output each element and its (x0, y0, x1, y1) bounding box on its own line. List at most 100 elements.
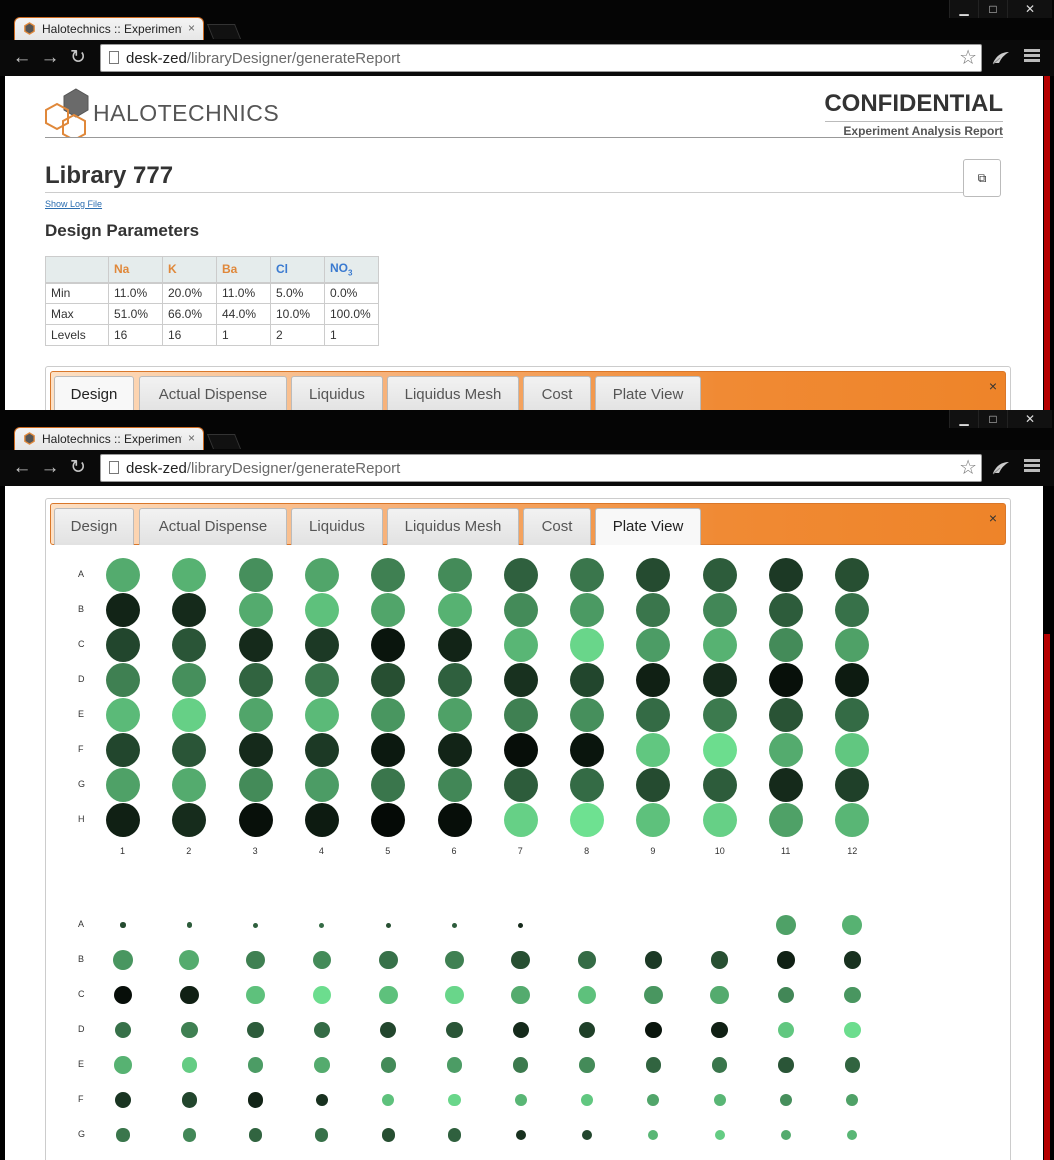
plate-well[interactable] (304, 628, 339, 662)
tab-liquidus-mesh[interactable]: Liquidus Mesh (387, 508, 519, 545)
plate-well[interactable] (437, 698, 472, 732)
plate-well[interactable] (570, 733, 605, 767)
plate-well[interactable] (702, 803, 737, 837)
minimize-icon[interactable]: ▁ (949, 410, 978, 428)
plate-well[interactable] (769, 593, 803, 627)
plate-well[interactable] (437, 768, 472, 802)
plate-well[interactable] (378, 985, 398, 1005)
plate-well[interactable] (247, 1057, 264, 1073)
plate-well[interactable] (769, 768, 803, 802)
plate-well[interactable] (570, 663, 605, 697)
plate-well[interactable] (714, 1130, 725, 1140)
plate-well[interactable] (238, 593, 273, 627)
plate-well[interactable] (371, 558, 406, 592)
plate-well[interactable] (778, 1057, 794, 1073)
plate-well[interactable] (503, 628, 538, 662)
plate-well[interactable] (249, 1128, 263, 1142)
plate-well[interactable] (315, 1093, 328, 1107)
plate-well[interactable] (371, 663, 406, 697)
plate-well[interactable] (371, 768, 406, 802)
plate-well[interactable] (371, 628, 406, 662)
plate-well[interactable] (106, 558, 140, 592)
plate-well[interactable] (181, 1057, 197, 1073)
tab-close-icon[interactable]: × (188, 431, 195, 445)
plate-well[interactable] (503, 558, 538, 592)
tab-plate-view[interactable]: Plate View (595, 376, 701, 410)
plate-well[interactable] (304, 558, 339, 592)
plate-well[interactable] (238, 628, 273, 662)
plate-well[interactable] (570, 558, 605, 592)
plate-well[interactable] (702, 768, 737, 802)
plate-well[interactable] (304, 803, 339, 837)
plate-well[interactable] (238, 698, 273, 732)
plate-well[interactable] (769, 628, 803, 662)
plate-well[interactable] (106, 698, 140, 732)
maximize-icon[interactable]: □ (978, 410, 1007, 428)
plate-well[interactable] (844, 986, 861, 1004)
bookmark-star-icon[interactable]: ☆ (959, 456, 977, 480)
plate-well[interactable] (314, 1057, 330, 1073)
plate-well[interactable] (769, 698, 803, 732)
plate-well[interactable] (702, 733, 737, 767)
menu-icon[interactable] (1024, 49, 1040, 65)
plate-well[interactable] (437, 558, 472, 592)
plate-well[interactable] (437, 663, 472, 697)
plate-well[interactable] (238, 663, 273, 697)
plate-well[interactable] (238, 803, 273, 837)
plate-well[interactable] (315, 1128, 329, 1142)
new-tab-button[interactable] (206, 24, 242, 39)
plate-well[interactable] (371, 593, 406, 627)
plate-well[interactable] (238, 768, 273, 802)
panel-close-icon[interactable]: × (989, 378, 997, 394)
plate-well[interactable] (247, 1021, 264, 1039)
tab-plate-view[interactable]: Plate View (595, 508, 701, 545)
tab-design[interactable]: Design (54, 508, 134, 545)
plate-well[interactable] (437, 803, 472, 837)
back-arrow-icon[interactable]: ← (10, 46, 34, 70)
plate-well[interactable] (702, 558, 737, 592)
plate-well[interactable] (106, 628, 140, 662)
close-window-icon[interactable]: ✕ (1007, 410, 1052, 428)
plate-well[interactable] (702, 663, 737, 697)
plate-well[interactable] (247, 1092, 264, 1108)
plate-well[interactable] (781, 1130, 791, 1140)
plate-well[interactable] (503, 803, 538, 837)
minimize-icon[interactable]: ▁ (949, 0, 978, 18)
scrollbar-thumb[interactable] (1044, 76, 1050, 410)
plate-well[interactable] (503, 733, 538, 767)
plate-well[interactable] (246, 985, 265, 1005)
plate-well[interactable] (503, 593, 538, 627)
plate-well[interactable] (246, 950, 265, 970)
plate-well[interactable] (371, 698, 406, 732)
plate-well[interactable] (769, 558, 803, 592)
plate-well[interactable] (713, 1093, 726, 1107)
plate-well[interactable] (769, 663, 803, 697)
url-text[interactable]: desk-zed/libraryDesigner/generateReport (126, 50, 400, 67)
plate-well[interactable] (446, 1057, 463, 1073)
plate-well[interactable] (106, 663, 140, 697)
plate-well[interactable] (380, 1057, 396, 1073)
plate-well[interactable] (381, 1128, 395, 1142)
plate-well[interactable] (518, 922, 524, 928)
plate-well[interactable] (644, 985, 663, 1005)
tab-liquidus[interactable]: Liquidus (291, 376, 383, 410)
plate-well[interactable] (582, 1130, 593, 1140)
plate-well[interactable] (702, 593, 737, 627)
scrollbar-thumb[interactable] (1044, 634, 1050, 1160)
plate-well[interactable] (304, 768, 339, 802)
plate-well[interactable] (777, 951, 795, 969)
address-bar[interactable]: desk-zed/libraryDesigner/generateReport … (100, 44, 982, 72)
plate-well[interactable] (181, 1092, 197, 1108)
plate-well[interactable] (645, 1021, 662, 1039)
plate-well[interactable] (570, 593, 605, 627)
tab-liquidus-mesh[interactable]: Liquidus Mesh (387, 376, 519, 410)
forward-arrow-icon[interactable]: → (38, 456, 62, 480)
plate-well[interactable] (304, 663, 339, 697)
plate-well[interactable] (842, 915, 863, 935)
plate-well[interactable] (114, 1056, 132, 1074)
plate-well[interactable] (181, 1021, 198, 1039)
plate-well[interactable] (702, 628, 737, 662)
plate-well[interactable] (769, 803, 803, 837)
tab-actual-dispense[interactable]: Actual Dispense (139, 508, 287, 545)
plate-well[interactable] (578, 951, 596, 969)
